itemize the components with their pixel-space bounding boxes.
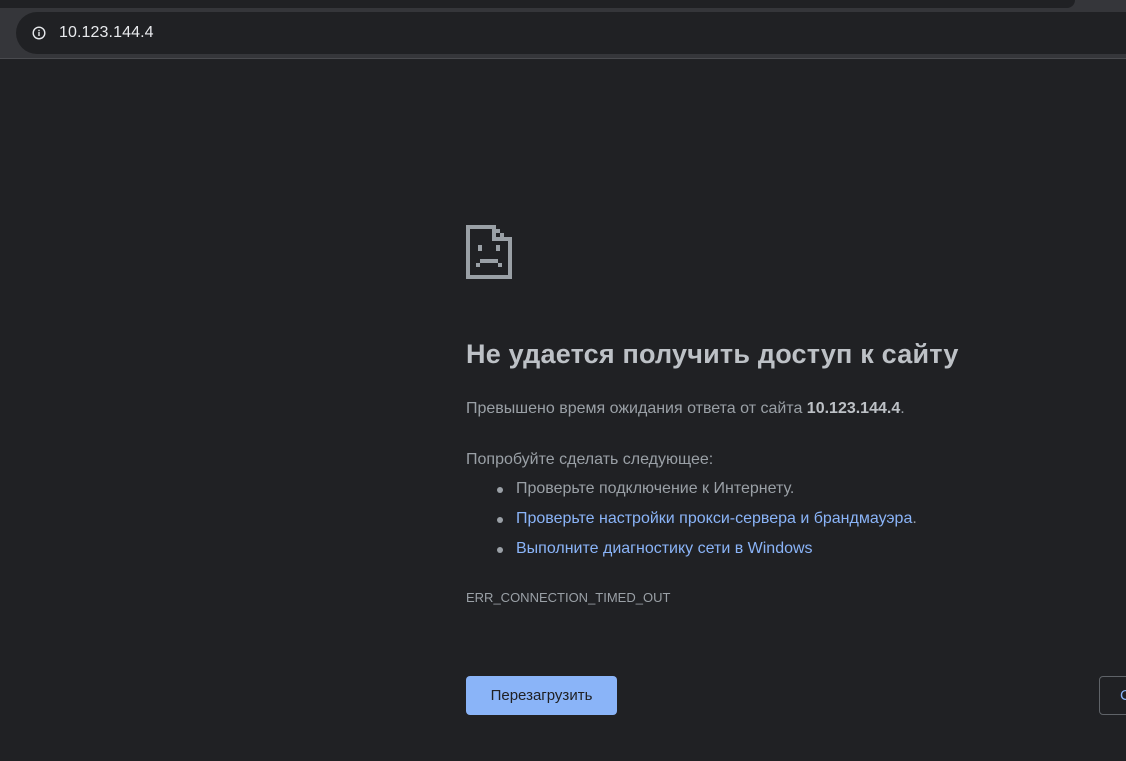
sad-page-icon — [466, 225, 512, 279]
tab-strip — [0, 0, 1126, 8]
network-diagnostics-link[interactable]: Выполните диагностику сети в Windows — [516, 540, 813, 557]
suggestion-text: Проверьте подключение к Интернету. — [516, 480, 795, 497]
error-title: Не удается получить доступ к сайту — [466, 339, 959, 369]
suggestion-network-diagnostics: Выполните диагностику сети в Windows — [466, 537, 917, 567]
address-url[interactable]: 10.123.144.4 — [59, 24, 154, 42]
active-tab-edge — [0, 0, 1075, 8]
suggestions-list: Проверьте подключение к Интернету. Прове… — [466, 477, 917, 567]
info-icon[interactable] — [32, 26, 46, 40]
description-text: Превышено время ожидания ответа от сайта — [466, 400, 807, 417]
browser-toolbar: 10.123.144.4 — [0, 8, 1126, 59]
suggestion-check-connection: Проверьте подключение к Интернету. — [466, 477, 917, 507]
error-page: Не удается получить доступ к сайту Превы… — [0, 59, 1126, 761]
reload-button[interactable]: Перезагрузить — [466, 676, 617, 715]
suggestions-heading: Попробуйте сделать следующее: — [466, 451, 714, 468]
error-description: Превышено время ожидания ответа от сайта… — [466, 400, 905, 418]
suggestion-check-proxy: Проверьте настройки прокси-сервера и бра… — [466, 507, 917, 537]
proxy-settings-link[interactable]: Проверьте настройки прокси-сервера и бра… — [516, 510, 912, 527]
error-code: ERR_CONNECTION_TIMED_OUT — [466, 590, 671, 605]
suggestion-suffix: . — [912, 510, 917, 527]
address-bar[interactable]: 10.123.144.4 — [16, 12, 1126, 54]
description-host: 10.123.144.4 — [806, 400, 901, 417]
description-suffix: . — [900, 400, 905, 417]
details-button[interactable]: С — [1099, 676, 1126, 715]
